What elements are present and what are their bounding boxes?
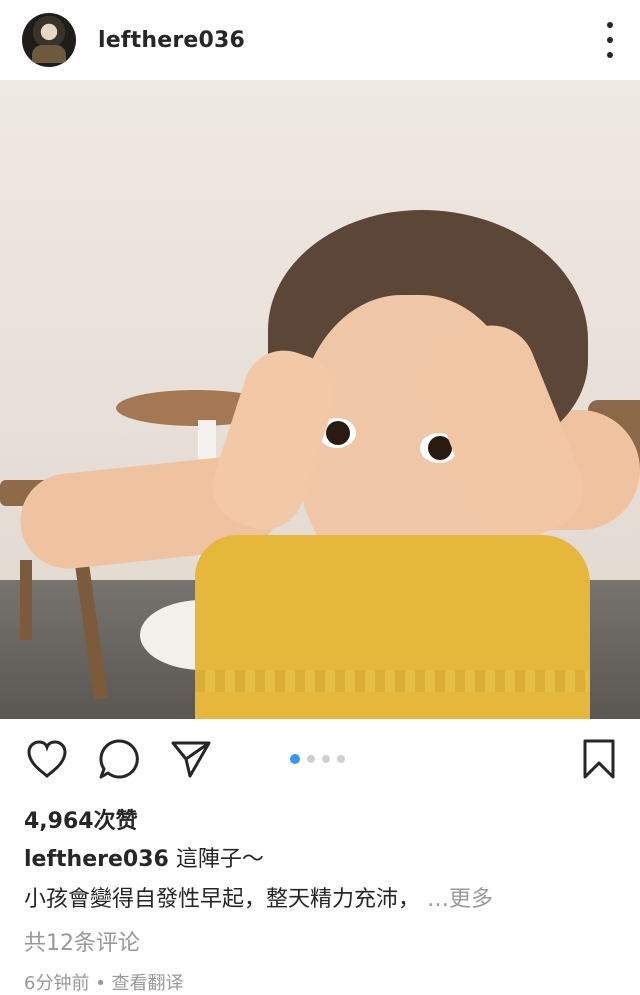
post-timestamp-row: 6分钟前 • 查看翻译 xyxy=(24,969,616,995)
post-photo[interactable] xyxy=(0,80,640,719)
more-dot xyxy=(607,52,613,58)
carousel-dot xyxy=(337,755,345,763)
send-icon[interactable] xyxy=(168,736,214,782)
time-separator: • xyxy=(95,973,106,994)
post-username[interactable]: lefthere036 xyxy=(98,28,245,53)
post-meta: 4,964次赞 lefthere036 這陣子～ 小孩會變得自發性早起，整天精力… xyxy=(0,803,640,995)
caption-username[interactable]: lefthere036 xyxy=(24,847,169,872)
post-time: 6分钟前 xyxy=(24,973,90,994)
comments-link[interactable]: 共12条评论 xyxy=(24,925,616,957)
carousel-indicator xyxy=(290,754,345,764)
translate-link[interactable]: 查看翻译 xyxy=(112,973,184,994)
user-avatar-icon[interactable] xyxy=(22,13,76,67)
caption-text-2: 小孩會變得自發性早起，整天精力充沛， xyxy=(24,887,421,912)
post-actions xyxy=(0,719,640,799)
comment-icon[interactable] xyxy=(96,736,142,782)
photo-yellow-dress xyxy=(195,535,590,719)
caption-line-2: 小孩會變得自發性早起，整天精力充沛， …更多 xyxy=(24,885,616,915)
caption-more-link[interactable]: …更多 xyxy=(427,887,493,912)
carousel-dot xyxy=(322,755,330,763)
post-header: lefthere036 xyxy=(0,0,640,80)
more-dot xyxy=(607,22,613,28)
photo-chair-leg xyxy=(20,560,32,640)
more-vertical-icon[interactable] xyxy=(600,22,620,58)
carousel-dot-active xyxy=(290,754,300,764)
bookmark-icon[interactable] xyxy=(578,736,620,782)
likes-count[interactable]: 4,964次赞 xyxy=(24,803,616,835)
caption-line-1: lefthere036 這陣子～ xyxy=(24,845,616,875)
caption-text-1: 這陣子～ xyxy=(175,847,264,872)
carousel-dot xyxy=(307,755,315,763)
heart-icon[interactable] xyxy=(24,736,70,782)
more-dot xyxy=(607,37,613,43)
